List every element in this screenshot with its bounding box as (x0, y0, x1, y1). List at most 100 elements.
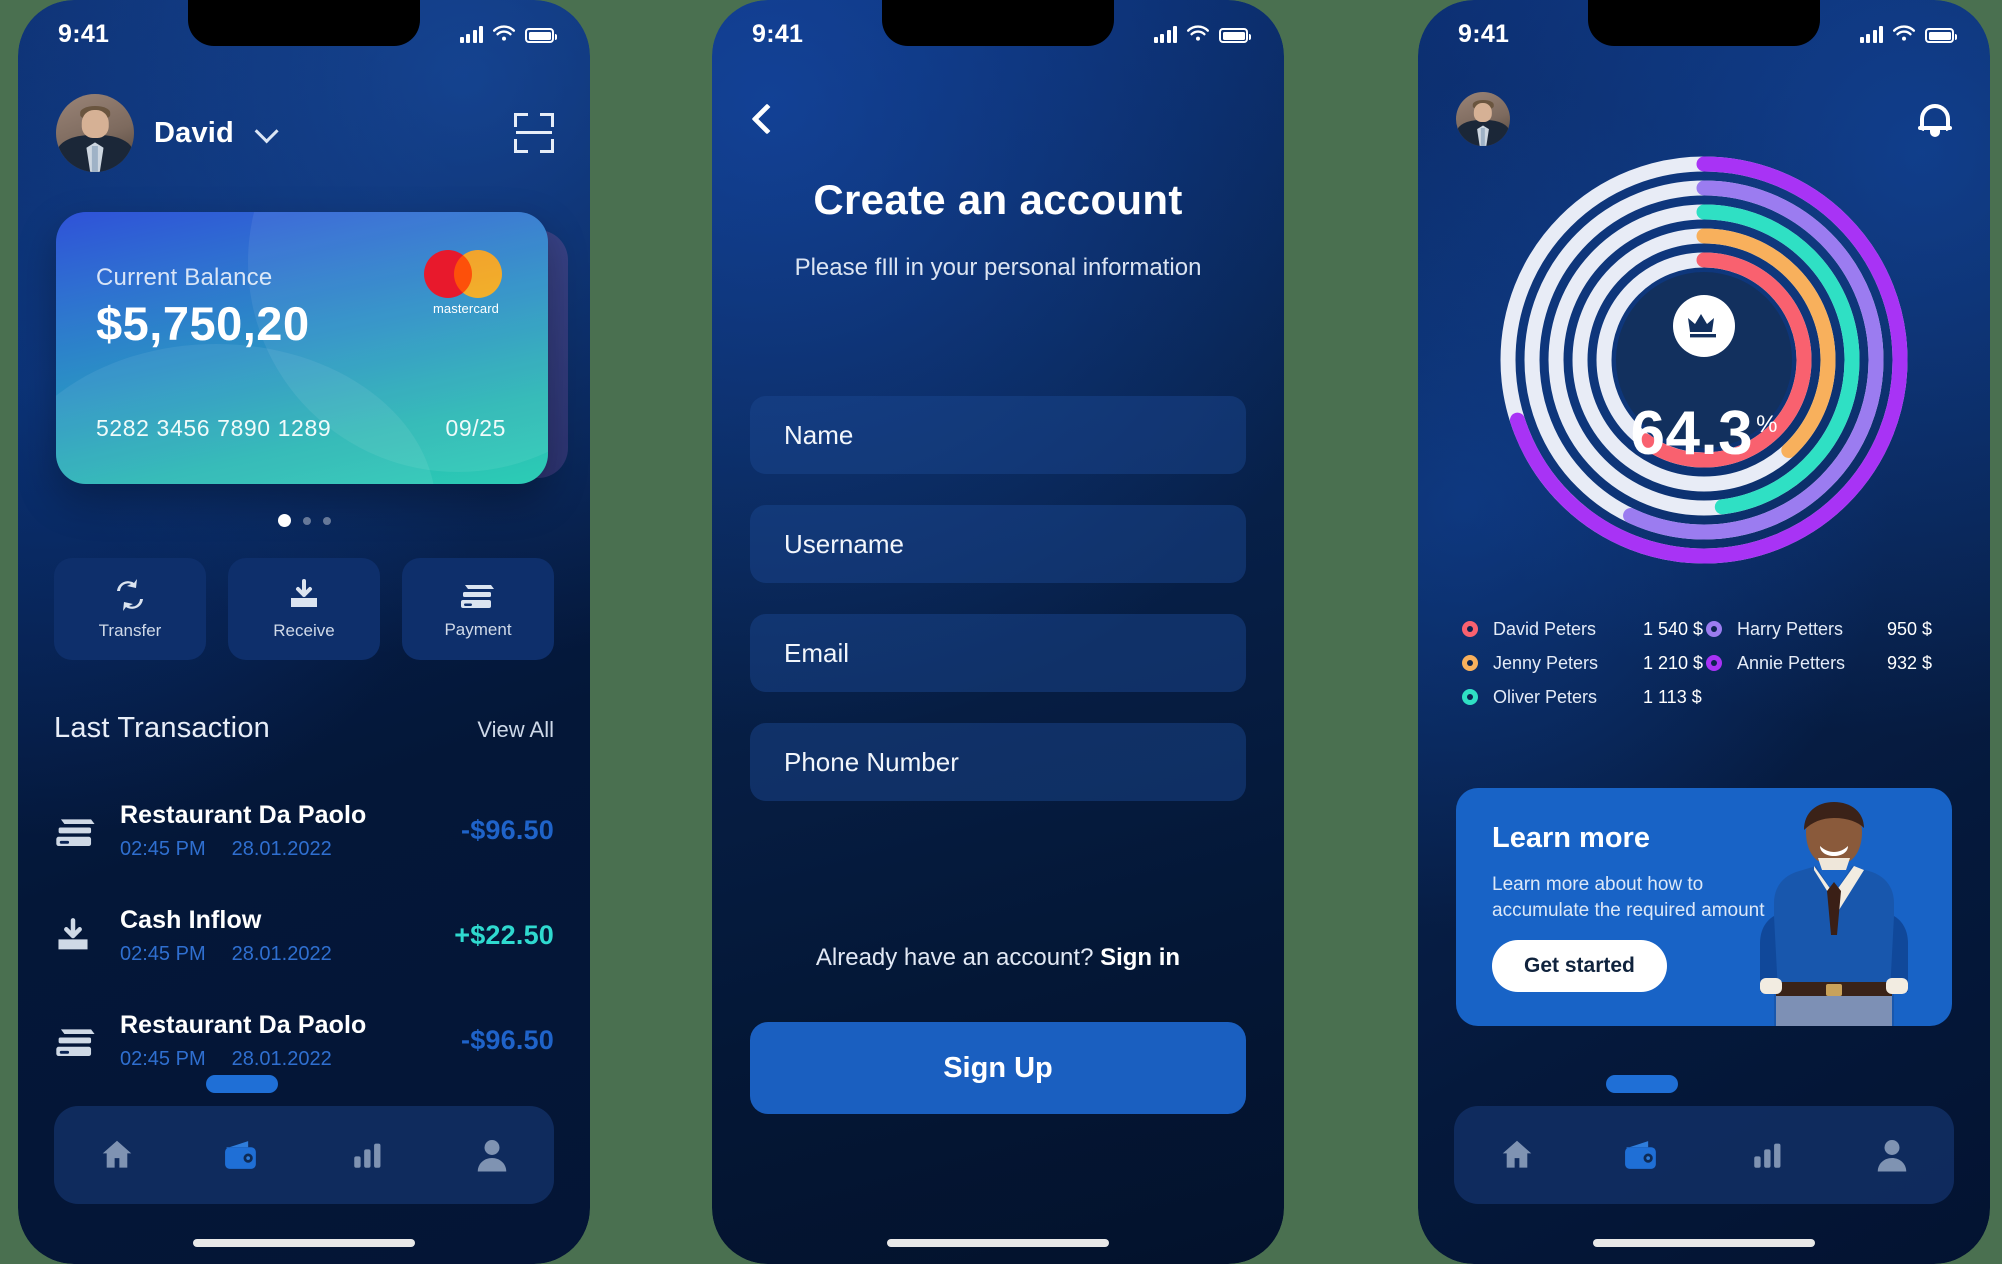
transaction-name: Restaurant Da Paolo (120, 800, 367, 829)
phone-home-screen: 9:41 David Current Balance $5,750,20 mas… (18, 0, 590, 1264)
chevron-left-icon (751, 103, 783, 135)
download-tray-icon (58, 917, 88, 949)
carousel-dot-active[interactable] (277, 514, 291, 527)
transaction-icon (54, 1022, 120, 1060)
nav-tab-profile[interactable] (462, 1125, 522, 1185)
screenshot-stage: 9:41 David Current Balance $5,750,20 mas… (0, 0, 2002, 1264)
active-tab-indicator (205, 1075, 278, 1093)
transaction-name: Restaurant Da Paolo (120, 1010, 367, 1039)
page-title: Create an account (813, 176, 1183, 223)
signin-prefix: Already have an account? (815, 944, 1101, 971)
device-notch (882, 0, 1114, 46)
list-item[interactable]: Oliver Peters 1 113 $ (1462, 680, 1706, 714)
transaction-time: 02:45 PM (120, 1047, 206, 1070)
legend-value: 950 $ (1887, 618, 1933, 639)
nav-tab-wallet[interactable] (205, 1075, 278, 1185)
home-icon (102, 1140, 131, 1168)
nav-tab-home[interactable] (1487, 1125, 1547, 1185)
nav-tab-home[interactable] (87, 1125, 147, 1185)
person-icon (1877, 1140, 1906, 1172)
transaction-name: Cash Inflow (120, 905, 262, 934)
balance-amount: $5,750,20 (96, 297, 310, 350)
home-indicator (193, 1239, 415, 1247)
list-item[interactable]: David Peters 1 540 $ (1462, 612, 1706, 646)
payment-label: Payment (444, 619, 512, 639)
chevron-down-icon[interactable] (254, 118, 279, 143)
legend-label: Annie Petters (1737, 652, 1846, 673)
list-item[interactable]: Annie Petters 932 $ (1706, 646, 1950, 680)
signal-bars-icon (1153, 25, 1177, 43)
nav-tab-statistics[interactable] (337, 1125, 397, 1185)
status-icons (1859, 25, 1957, 43)
legend-value: 1 540 $ (1643, 618, 1704, 639)
transaction-amount: -$96.50 (461, 1025, 554, 1055)
legend-label: Jenny Peters (1493, 652, 1599, 673)
status-time: 9:41 (752, 19, 804, 48)
signup-button[interactable]: Sign Up (750, 1022, 1246, 1114)
transaction-time: 02:45 PM (120, 837, 206, 860)
name-field[interactable]: Name (750, 396, 1246, 474)
credit-cards-icon (56, 818, 95, 846)
learn-more-card[interactable]: Learn more Learn more about how to accum… (1456, 788, 1952, 1026)
legend-color-dot (1706, 655, 1722, 671)
balance-label: Current Balance (96, 264, 273, 291)
transaction-date: 28.01.2022 (231, 1047, 332, 1070)
device-notch (188, 0, 420, 46)
receive-button[interactable]: Receive (228, 558, 380, 660)
mastercard-logo-icon: mastercard (424, 250, 508, 316)
signin-link[interactable]: Sign in (1100, 944, 1180, 971)
transaction-amount: +$22.50 (454, 920, 554, 950)
home-indicator (887, 1239, 1109, 1247)
stats-header (1456, 92, 1952, 146)
mastercard-label: mastercard (432, 301, 500, 316)
carousel-dots[interactable] (18, 514, 590, 527)
table-row[interactable]: Restaurant Da Paolo 02:45 PM 28.01.2022 … (54, 988, 554, 1093)
legend-value: 932 $ (1887, 652, 1933, 673)
get-started-button[interactable]: Get started (1492, 940, 1667, 992)
bell-icon[interactable] (1918, 99, 1952, 139)
table-row[interactable]: Restaurant Da Paolo 02:45 PM 28.01.2022 … (54, 778, 554, 883)
username-field[interactable]: Username (750, 505, 1246, 583)
carousel-dot[interactable] (322, 516, 331, 525)
avatar[interactable] (1456, 92, 1510, 146)
home-indicator (1593, 1239, 1815, 1247)
avatar[interactable] (56, 94, 134, 172)
battery-icon (1219, 28, 1251, 43)
transfer-button[interactable]: Transfer (54, 558, 206, 660)
username-placeholder: Username (784, 528, 904, 559)
view-all-link[interactable]: View All (477, 717, 554, 743)
card-number: 5282 3456 7890 1289 (96, 415, 332, 441)
transfer-label: Transfer (98, 620, 162, 640)
payment-button[interactable]: Payment (402, 558, 554, 660)
list-item[interactable]: Jenny Peters 1 210 $ (1462, 646, 1706, 680)
legend-label: Harry Petters (1737, 618, 1844, 639)
transaction-date: 28.01.2022 (231, 942, 332, 965)
quick-actions: Transfer Receive Payment (54, 558, 554, 660)
back-button[interactable] (751, 96, 796, 144)
section-title: Last Transaction (54, 712, 270, 744)
card-carousel[interactable]: Current Balance $5,750,20 mastercard 528… (18, 212, 590, 502)
table-row[interactable]: Cash Inflow 02:45 PM 28.01.2022 +$22.50 (54, 883, 554, 988)
bottom-navigation (1454, 1075, 1954, 1204)
phone-field[interactable]: Phone Number (750, 723, 1246, 801)
bank-card[interactable]: Current Balance $5,750,20 mastercard 528… (56, 212, 548, 484)
nav-tab-wallet[interactable] (1605, 1075, 1678, 1185)
signal-bars-icon (459, 25, 483, 43)
battery-icon (1925, 28, 1957, 43)
scan-qr-icon[interactable] (514, 113, 554, 153)
download-tray-icon (291, 578, 317, 607)
receive-label: Receive (273, 620, 335, 640)
user-switcher[interactable]: David (56, 94, 279, 172)
nav-tab-statistics[interactable] (1737, 1125, 1797, 1185)
email-field[interactable]: Email (750, 614, 1246, 692)
carousel-dot[interactable] (302, 516, 311, 525)
list-item[interactable]: Harry Petters 950 $ (1706, 612, 1950, 646)
transaction-time: 02:45 PM (120, 942, 206, 965)
nav-tab-profile[interactable] (1862, 1125, 1922, 1185)
legend-color-dot (1462, 655, 1478, 671)
signin-prompt: Already have an account? Sign in (712, 944, 1284, 972)
legend-value: 1 113 $ (1643, 686, 1702, 707)
legend-color-dot (1462, 621, 1478, 637)
legend-color-dot (1706, 621, 1722, 637)
transaction-list: Restaurant Da Paolo 02:45 PM 28.01.2022 … (54, 778, 554, 1093)
